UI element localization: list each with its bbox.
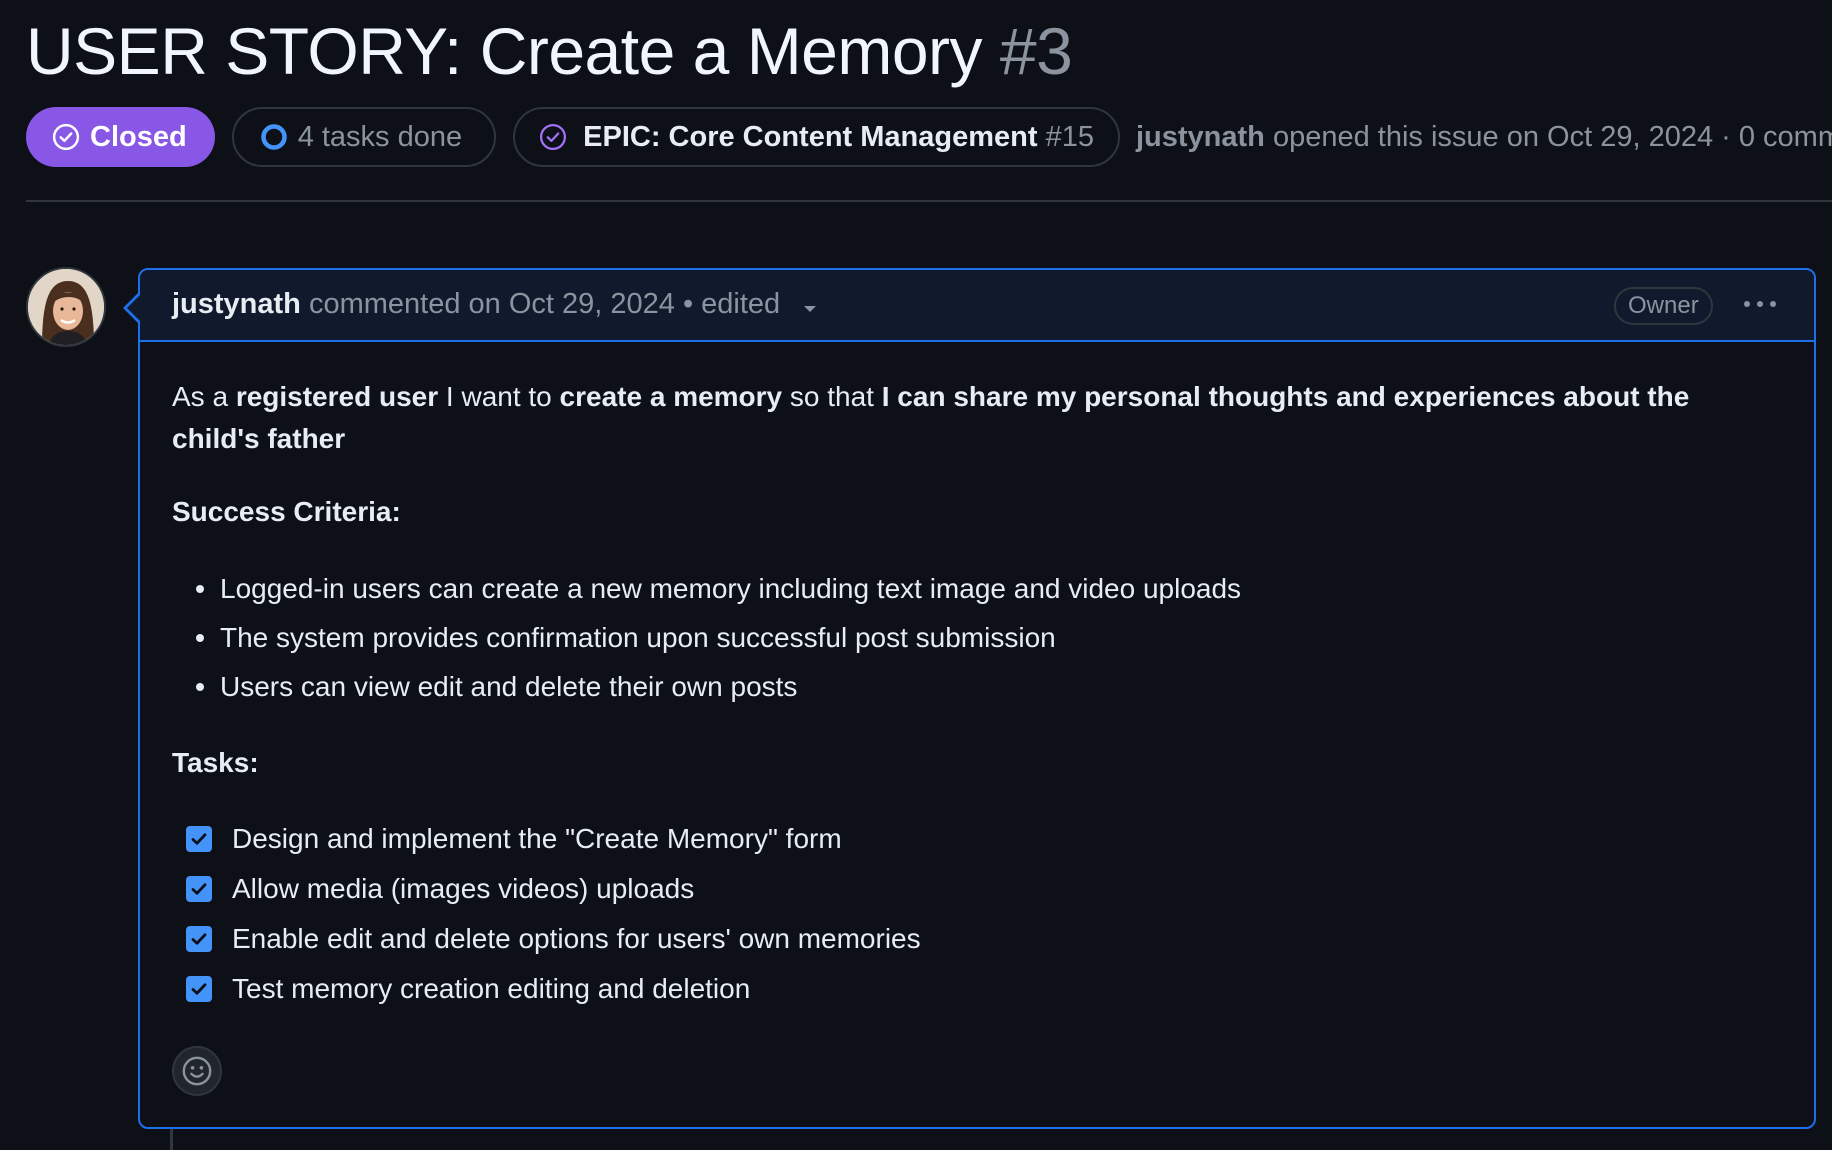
story-role: registered user xyxy=(235,381,439,412)
story-goal: create a memory xyxy=(559,381,783,412)
comment-pointer-fill xyxy=(127,294,141,322)
triangle-down-icon xyxy=(804,305,817,312)
opened-author-link[interactable]: justynath xyxy=(1136,121,1265,153)
story-text-2: I want to xyxy=(438,381,560,412)
comment-header-text: justynath commented on Oct 29, 2024 • ed… xyxy=(172,288,818,322)
task-checkbox[interactable] xyxy=(186,826,212,852)
issue-comment: justynath commented on Oct 29, 2024 • ed… xyxy=(123,268,1816,1129)
comment-meta-text: commented on Oct 29, 2024 • edited xyxy=(308,288,781,321)
list-item: Logged-in users can create a new memory … xyxy=(172,564,1782,613)
tasks-progress-button[interactable]: 4 tasks done xyxy=(231,107,497,167)
progress-circle-icon xyxy=(260,124,287,150)
task-label: Allow media (images videos) uploads xyxy=(232,873,695,904)
story-text-1: As a xyxy=(172,381,236,412)
issue-number: #3 xyxy=(999,14,1073,88)
epic-number: #15 xyxy=(1045,120,1094,153)
task-label: Test memory creation editing and deletio… xyxy=(232,973,751,1004)
add-reaction-button[interactable] xyxy=(172,1046,222,1096)
comment-body: As a registered user I want to create a … xyxy=(140,342,1814,1014)
success-criteria-list: Logged-in users can create a new memory … xyxy=(172,564,1782,711)
check-icon xyxy=(191,883,207,895)
state-label: Closed xyxy=(90,120,187,153)
issue-title-text: USER STORY: Create a Memory xyxy=(26,14,983,88)
task-checkbox[interactable] xyxy=(186,876,212,902)
tasks-heading: Tasks: xyxy=(172,747,259,778)
task-list: Design and implement the "Create Memory"… xyxy=(172,814,1782,1014)
list-item: The system provides confirmation upon su… xyxy=(172,613,1782,662)
opened-info: justynath opened this issue on Oct 29, 2… xyxy=(1136,121,1832,154)
check-icon xyxy=(191,983,207,995)
state-badge: Closed xyxy=(26,107,215,167)
list-item: Users can view edit and delete their own… xyxy=(172,662,1782,711)
check-circle-icon xyxy=(52,123,80,151)
epic-title: EPIC: Core Content Management xyxy=(583,120,1038,153)
smiley-icon xyxy=(182,1056,212,1086)
task-item: Allow media (images videos) uploads xyxy=(172,864,1782,914)
story-text-3: so that xyxy=(782,381,882,412)
success-criteria-heading: Success Criteria: xyxy=(172,496,401,527)
task-label: Design and implement the "Create Memory"… xyxy=(232,823,842,854)
task-checkbox[interactable] xyxy=(186,926,212,952)
task-item: Test memory creation editing and deletio… xyxy=(172,964,1782,1014)
comment-header: justynath commented on Oct 29, 2024 • ed… xyxy=(140,270,1814,342)
task-label: Enable edit and delete options for users… xyxy=(232,923,921,954)
issue-title: USER STORY: Create a Memory #3 xyxy=(26,8,1073,94)
tasks-progress-label: 4 tasks done xyxy=(297,120,463,153)
parent-epic-link[interactable]: EPIC: Core Content Management #15 xyxy=(513,107,1120,167)
timeline-line xyxy=(170,1128,173,1150)
opened-info-text: opened this issue on Oct 29, 2024 · 0 co… xyxy=(1272,120,1832,153)
check-circle-outline-icon xyxy=(540,123,567,151)
edit-history-dropdown[interactable] xyxy=(802,289,818,322)
check-icon xyxy=(191,833,207,845)
avatar[interactable] xyxy=(26,267,106,347)
owner-badge: Owner xyxy=(1614,287,1713,325)
task-item: Design and implement the "Create Memory"… xyxy=(172,814,1782,864)
issue-meta-row: Closed 4 tasks done EPIC: Core Content M… xyxy=(26,106,1832,168)
task-checkbox[interactable] xyxy=(186,976,212,1002)
header-divider xyxy=(26,200,1832,202)
check-icon xyxy=(191,933,207,945)
comment-author-link[interactable]: justynath xyxy=(172,288,301,320)
kebab-horizontal-icon xyxy=(1744,301,1776,307)
task-item: Enable edit and delete options for users… xyxy=(172,914,1782,964)
comment-options-button[interactable] xyxy=(1738,284,1782,324)
user-story-text: As a registered user I want to create a … xyxy=(172,376,1712,460)
avatar-image xyxy=(28,269,104,345)
